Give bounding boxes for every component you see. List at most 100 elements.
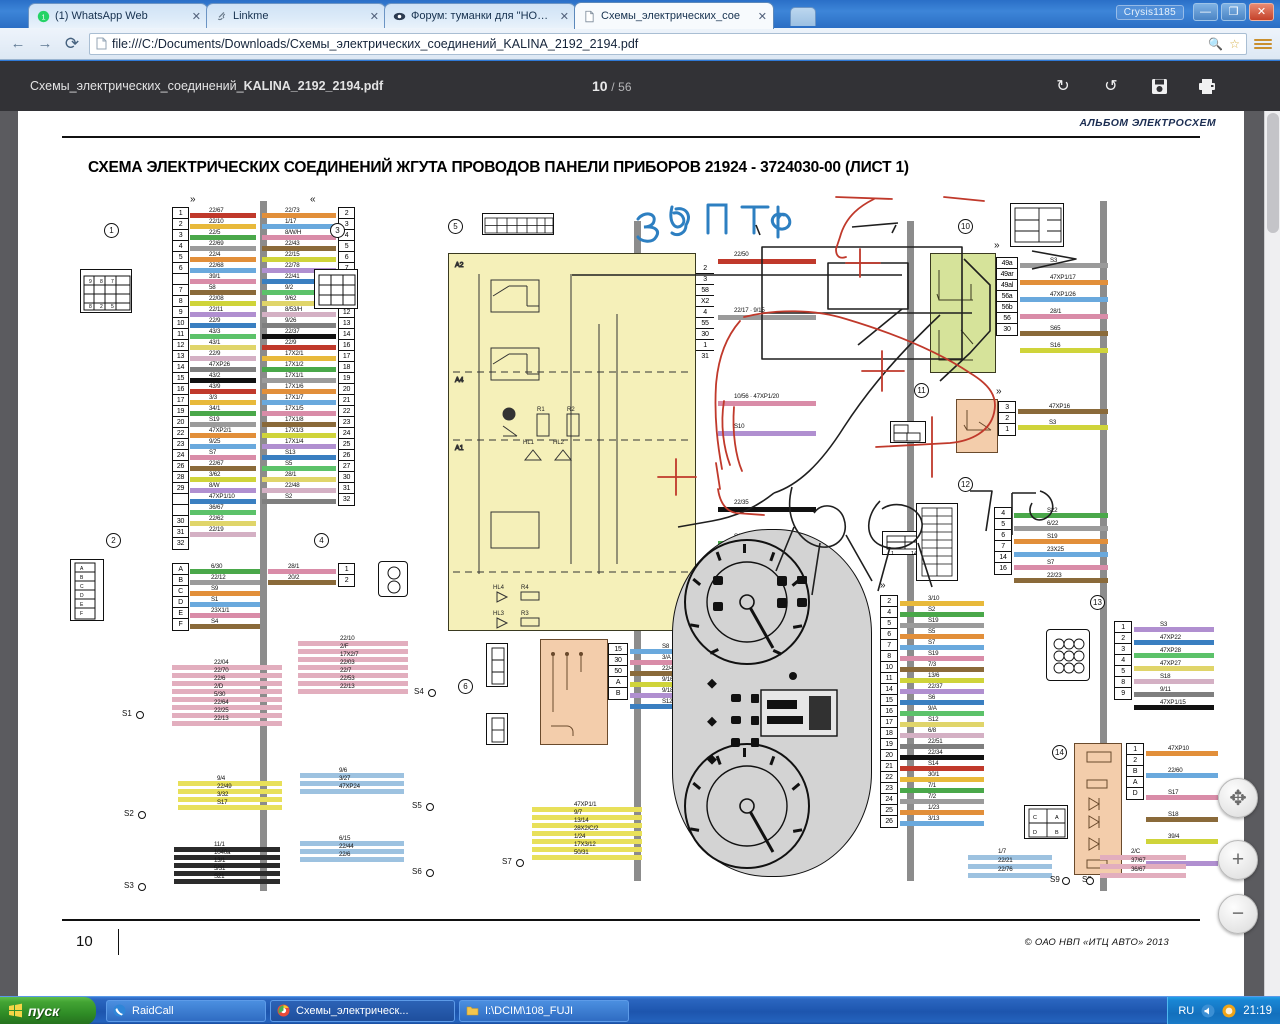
ground-point-label: S1 — [122, 709, 132, 718]
wire-label: 22/69 — [209, 240, 224, 247]
pin-cell: 12 — [173, 340, 188, 351]
pin-cell: 13 — [173, 351, 188, 362]
rotate-counterclockwise-icon[interactable]: ↺ — [1100, 75, 1122, 97]
wire-segment — [1020, 263, 1108, 268]
back-icon[interactable]: ← — [8, 34, 28, 54]
taskbar-item-explorer[interactable]: I:\DCIM\108_FUJI — [459, 999, 629, 1022]
star-icon[interactable]: ☆ — [1229, 37, 1240, 51]
wire-label: 22/03 — [340, 659, 355, 666]
wire-label: 22/76 — [998, 866, 1013, 873]
svg-text:HL4: HL4 — [493, 585, 505, 591]
pin-cell: 49ar — [997, 269, 1017, 280]
tab-close-icon[interactable]: ✕ — [752, 10, 767, 23]
pin-cell: 31 — [339, 483, 354, 494]
svg-text:B: B — [80, 575, 84, 581]
ground-point-symbol — [1086, 877, 1094, 885]
taskbar-item-raidcall[interactable]: RaidCall — [106, 999, 266, 1022]
pin-cell: A — [173, 564, 188, 575]
shield-icon[interactable] — [1222, 1004, 1236, 1018]
wire-label: 22/51 — [928, 738, 943, 745]
svg-text:C: C — [1033, 815, 1037, 821]
reload-icon[interactable]: ⟳ — [62, 34, 82, 54]
pin-cell: 8 — [1115, 677, 1131, 688]
wire-label: 47XP27 — [1160, 660, 1181, 667]
clock[interactable]: 21:19 — [1243, 1005, 1272, 1017]
pdf-filename-prefix: Схемы_электрических_соединений_ — [30, 79, 244, 93]
pin-cell: 5 — [173, 252, 188, 263]
hamburger-menu-icon[interactable] — [1254, 38, 1272, 49]
maximize-button[interactable]: ❐ — [1221, 3, 1246, 21]
wire-segment — [1146, 817, 1218, 822]
pin-cell — [173, 494, 188, 505]
ground-point-label: S3 — [124, 881, 134, 890]
start-button[interactable]: пуск — [0, 996, 96, 1024]
forward-icon[interactable]: → — [35, 34, 55, 54]
scrollbar-thumb[interactable] — [1267, 113, 1279, 233]
harness-direction-arrow-left: » — [190, 194, 196, 205]
wire-label: 47XP28 — [1160, 647, 1181, 654]
component-marker-1: 1 — [104, 223, 119, 238]
wire-label: S12 — [662, 698, 673, 705]
wire-label: 22/64 — [214, 699, 229, 706]
wire-label: S10 — [734, 423, 745, 430]
pin-cell: 8 — [173, 296, 188, 307]
browser-tab-pdf[interactable]: Схемы_электрических_сое ✕ — [574, 2, 774, 29]
browser-tab-linkme[interactable]: Linkme ✕ — [206, 3, 386, 28]
ground-point-symbol — [426, 869, 434, 877]
language-indicator[interactable]: RU — [1178, 1005, 1194, 1017]
user-profile-badge[interactable]: Crysis1185 — [1115, 4, 1184, 20]
volume-icon[interactable] — [1201, 1004, 1215, 1018]
wire-segment — [190, 334, 256, 339]
wire-label: S5 — [285, 460, 293, 467]
pin-cell: 20 — [881, 750, 897, 761]
connector14-pins: 12BAD — [1126, 743, 1144, 800]
browser-tab-forum[interactable]: Форум: туманки для "НОРМ ✕ — [384, 3, 576, 28]
pin-cell: 22 — [339, 406, 354, 417]
address-bar[interactable]: file:///C:/Documents/Downloads/Схемы_эле… — [89, 32, 1247, 55]
svg-text:1: 1 — [41, 12, 45, 21]
tab-close-icon[interactable]: ✕ — [554, 10, 569, 23]
wire-label: 47XP2/1 — [209, 427, 232, 434]
wire-label: 9/7 — [574, 809, 583, 816]
wire-label: 47XP10 — [1168, 745, 1189, 752]
new-tab-button[interactable] — [790, 7, 816, 26]
pin-cell: 26 — [885, 818, 893, 825]
wire-label: 17X2/7 — [340, 651, 359, 658]
magnifier-icon[interactable]: 🔍 — [1208, 37, 1223, 51]
wire-label: 22/6 — [339, 851, 351, 858]
pin-cell: 30 — [609, 655, 627, 666]
pin-cell: 14 — [339, 329, 354, 340]
pin-cell: 5 — [995, 519, 1011, 530]
ground-point-label: S6 — [412, 867, 422, 876]
wire-label: S12 — [928, 716, 939, 723]
wire-label: 22/10 — [209, 218, 224, 225]
taskbar-item-chrome[interactable]: Схемы_электрическ... — [270, 999, 455, 1022]
save-icon[interactable] — [1148, 75, 1170, 97]
tab-close-icon[interactable]: ✕ — [364, 10, 379, 23]
wire-label: 28/1 — [285, 471, 297, 478]
zoom-in-button[interactable]: + — [1218, 840, 1258, 880]
wire-segment — [190, 345, 256, 350]
pin-cell: 58 — [696, 285, 714, 296]
connector12-socket — [916, 503, 958, 581]
wire-label: 22/70 — [214, 667, 229, 674]
wire-label: 22/78 — [285, 262, 300, 269]
vertical-scrollbar[interactable] — [1264, 111, 1280, 996]
current-page[interactable]: 10 — [592, 78, 608, 94]
component-marker-13: 13 — [1090, 595, 1105, 610]
wire-label: S8 — [662, 643, 670, 650]
browser-tab-whatsapp[interactable]: 1 (1) WhatsApp Web ✕ — [28, 3, 208, 28]
minimize-button[interactable]: — — [1193, 3, 1218, 21]
close-button[interactable]: ✕ — [1249, 3, 1274, 21]
tab-close-icon[interactable]: ✕ — [186, 10, 201, 23]
rotate-clockwise-icon[interactable]: ↻ — [1052, 75, 1074, 97]
wire-label: 22/25 — [214, 707, 229, 714]
zoom-out-button[interactable]: − — [1218, 894, 1258, 934]
pin-cell: 2 — [339, 208, 354, 219]
print-icon[interactable] — [1196, 75, 1218, 97]
pin-cell: 2 — [1127, 755, 1143, 766]
fit-page-button[interactable]: ✥ — [1218, 778, 1258, 818]
wire-label: 20/2 — [288, 574, 300, 581]
component-marker-10: 10 — [958, 219, 973, 234]
wire-label: 22/60 — [1168, 767, 1183, 774]
